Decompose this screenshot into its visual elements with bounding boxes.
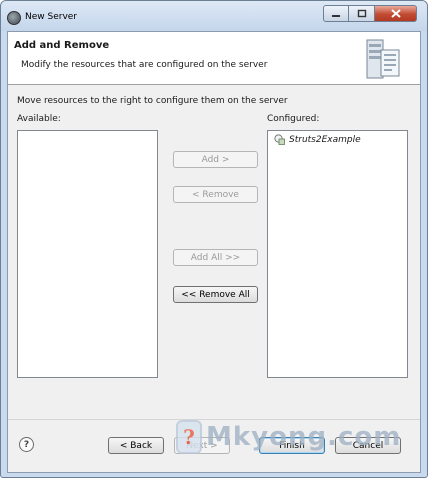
list-item-label: Struts2Example [289, 134, 361, 145]
window-title: New Server [25, 12, 78, 22]
next-button[interactable]: Next > [174, 437, 230, 454]
cancel-button[interactable]: Cancel [335, 437, 401, 454]
list-item[interactable]: Struts2Example [274, 134, 361, 145]
instructions-text: Move resources to the right to configure… [17, 96, 288, 106]
available-label: Available: [17, 114, 61, 124]
remove-all-button[interactable]: << Remove All [173, 286, 258, 303]
back-button[interactable]: < Back [108, 437, 164, 454]
add-all-button[interactable]: Add All >> [173, 249, 258, 266]
minimize-button[interactable] [323, 5, 349, 22]
wizard-header: Add and Remove Modify the resources that… [8, 32, 420, 85]
eclipse-icon [7, 11, 21, 25]
maximize-button[interactable] [349, 5, 375, 22]
configured-label: Configured: [267, 114, 320, 124]
title-bar[interactable]: New Server [1, 1, 427, 31]
maximize-icon [357, 9, 366, 18]
remove-button[interactable]: < Remove [173, 186, 258, 203]
footer-divider [8, 419, 420, 420]
available-list[interactable] [17, 130, 158, 378]
dialog-window: New Server Add and Remove Modify the res… [0, 0, 428, 478]
minimize-icon [332, 14, 340, 17]
close-button[interactable] [375, 5, 417, 22]
dialog-body: Add and Remove Modify the resources that… [7, 31, 421, 473]
finish-button[interactable]: Finish [259, 437, 325, 454]
add-button[interactable]: Add > [173, 151, 258, 168]
page-description: Modify the resources that are configured… [21, 60, 268, 70]
page-title: Add and Remove [14, 40, 110, 51]
close-icon [390, 9, 401, 18]
server-icon [366, 39, 400, 79]
configured-list[interactable]: Struts2Example [267, 130, 408, 378]
help-icon[interactable]: ? [19, 437, 34, 452]
project-icon [274, 134, 285, 145]
window-controls [323, 5, 417, 23]
